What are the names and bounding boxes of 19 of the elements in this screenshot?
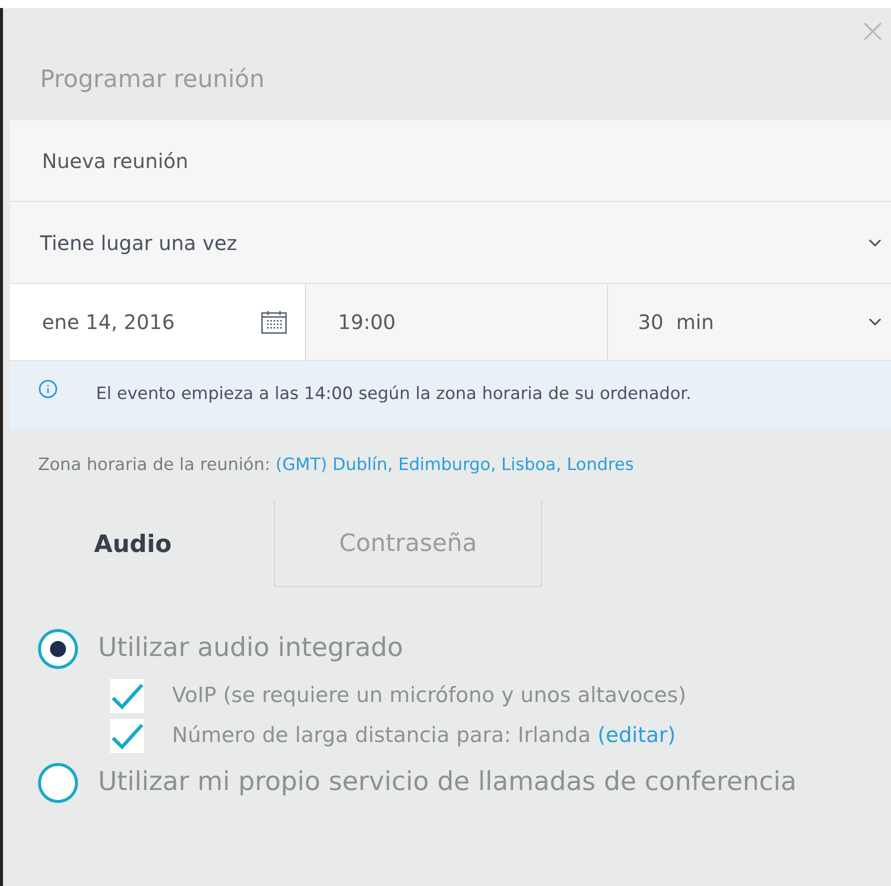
meeting-name-field[interactable]: Nueva reunión [10, 120, 891, 202]
info-text: El evento empieza a las 14:00 según la zona horaria de su ordenador. [96, 383, 692, 406]
checkbox-label: Número de larga distancia para: Irlanda (editar) [172, 722, 676, 749]
dialog-title: Programar reunión [40, 64, 265, 95]
time-field[interactable]: 19:00 [306, 284, 608, 360]
radio-label: Utilizar mi propio servicio de llamadas de conferencia [98, 766, 796, 799]
date-field[interactable]: ene 14, 2016 [10, 284, 306, 360]
duration-dropdown[interactable]: 30 min [608, 284, 891, 360]
radio-button[interactable] [38, 628, 78, 668]
checkbox-label: VoIP (se requiere un micrófono y unos altavoces) [172, 682, 686, 709]
radio-label: Utilizar audio integrado [98, 632, 404, 665]
calendar-icon[interactable] [261, 310, 287, 334]
checkbox[interactable] [110, 718, 144, 752]
radio-button[interactable] [38, 762, 78, 802]
tab[interactable]: Audio [52, 500, 274, 586]
recurrence-dropdown[interactable]: Tiene lugar una vez [10, 202, 891, 284]
timezone-text: Zona horaria de la reunión: (GMT) Dublín, Edimburgo, Lisboa, Londres [37, 454, 635, 477]
info-icon [38, 379, 58, 399]
checkbox[interactable] [110, 678, 144, 712]
